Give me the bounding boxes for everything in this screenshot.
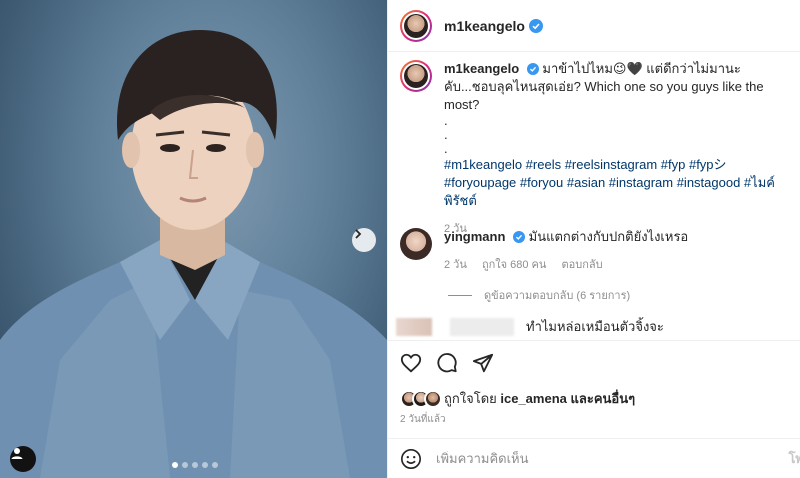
heart-icon[interactable]: [400, 352, 422, 374]
chevron-right-icon: [355, 229, 362, 239]
comment-text: มันแตกต่างกับปกติยังไงเหรอ: [528, 229, 689, 244]
blurred-comment: ทำไมหล่อเหมือนตัวจิ้งจะ: [396, 316, 664, 337]
comment-input[interactable]: [436, 451, 756, 466]
view-replies-button[interactable]: ดูข้อความตอบกลับ (6 รายการ): [448, 286, 630, 304]
liker-avatars: [400, 389, 442, 408]
commenter-username[interactable]: yingmann: [444, 229, 505, 244]
likes-user[interactable]: ice_amena: [500, 391, 567, 406]
blurred-avatar: [396, 317, 432, 336]
post-caption: m1keangelo มาข้าไปไหม😉🖤 แต่ดีกว่าไม่มานะ…: [400, 60, 790, 238]
caption-dot: .: [444, 127, 448, 142]
reply-button[interactable]: ตอบกลับ: [561, 259, 602, 271]
post-panel: m1keangelo m1keangelo มาข้าไปไหม😉🖤 แต่ดี…: [387, 0, 800, 478]
user-icon: [11, 448, 23, 459]
portrait-image: [0, 30, 387, 478]
caption-dot: .: [444, 113, 448, 128]
add-comment-bar: โพ: [388, 438, 800, 478]
comment-age: 2 วัน: [444, 259, 467, 271]
blurred-username: [450, 317, 514, 336]
carousel-dot: [192, 462, 198, 468]
likes-summary[interactable]: ถูกใจโดย ice_amena และคนอื่นๆ: [400, 388, 635, 409]
carousel-dot: [212, 462, 218, 468]
commenter-avatar[interactable]: [400, 228, 432, 260]
emoji-icon[interactable]: [400, 448, 422, 470]
verified-badge-icon: [526, 63, 539, 75]
likes-prefix: ถูกใจโดย: [444, 391, 497, 406]
verified-badge-icon: [513, 231, 526, 243]
likes-suffix[interactable]: และคนอื่นๆ: [571, 388, 636, 409]
caption-dot: .: [444, 141, 448, 156]
carousel-dot: [202, 462, 208, 468]
verified-badge-icon: [528, 18, 543, 33]
comment-item: yingmann มันแตกต่างกับปกติยังไงเหรอ 2 วั…: [400, 228, 790, 274]
comment-icon[interactable]: [436, 352, 458, 374]
view-replies-label: ดูข้อความตอบกลับ (6 รายการ): [484, 290, 631, 302]
post-media[interactable]: [0, 0, 387, 478]
caption-avatar[interactable]: [400, 60, 432, 92]
carousel-dots: [172, 462, 218, 468]
post-comment-button[interactable]: โพ: [788, 448, 800, 469]
replies-divider: [448, 294, 472, 296]
post-header: m1keangelo: [388, 0, 800, 52]
tagged-users-button[interactable]: [10, 446, 36, 472]
caption-username[interactable]: m1keangelo: [444, 61, 519, 76]
share-icon[interactable]: [472, 352, 494, 374]
carousel-dot: [172, 462, 178, 468]
author-avatar[interactable]: [400, 9, 432, 42]
blurred-comment-text: ทำไมหล่อเหมือนตัวจิ้งจะ: [526, 319, 664, 334]
author-username[interactable]: m1keangelo: [444, 18, 525, 34]
post-actions: [388, 340, 800, 384]
carousel-dot: [182, 462, 188, 468]
post-time: 2 วันที่แล้ว: [400, 414, 446, 425]
next-slide-button[interactable]: [352, 228, 376, 252]
caption-hashtags[interactable]: #m1keangelo #reels #reelsinstagram #fyp …: [444, 156, 790, 210]
comment-likes[interactable]: ถูกใจ 680 คน: [482, 259, 546, 271]
